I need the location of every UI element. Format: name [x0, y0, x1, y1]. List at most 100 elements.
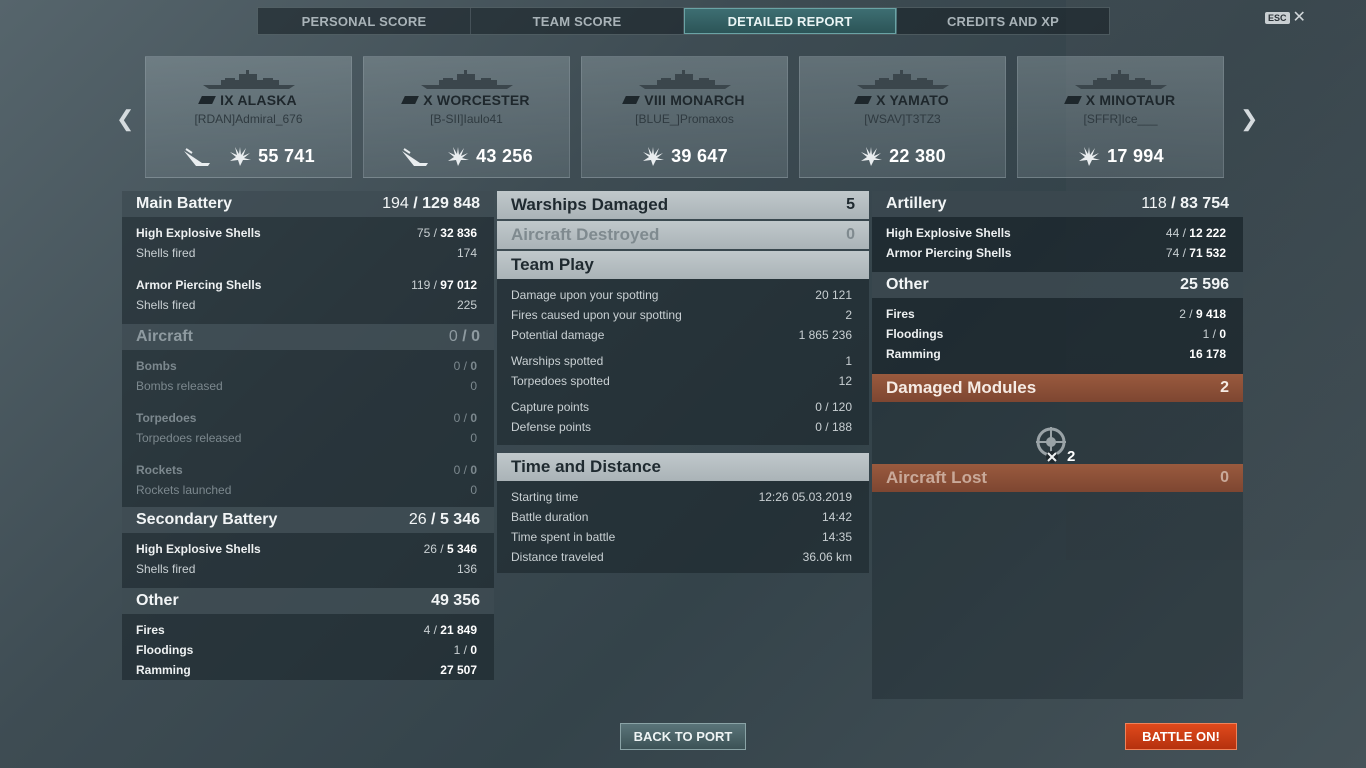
aircraft-title: Aircraft [136, 328, 193, 345]
ship-silhouette-icon [202, 70, 295, 89]
team-play-header: Team Play [497, 251, 869, 279]
right-other-section: Other 25 596 Fires 2 / 9 418 Floodings 1 /… [872, 272, 1243, 374]
stat-row: High Explosive Shells 44 / 12 222 [886, 226, 1226, 240]
stat-row: Shells fired 174 [136, 246, 477, 260]
ship-name: X WORCESTER [364, 92, 569, 108]
damaged-modules-value: 2 [1220, 379, 1229, 396]
ship-silhouette-icon [1074, 70, 1167, 89]
aircraft-destroyed-header: Aircraft Destroyed 0 [497, 221, 869, 249]
tab-detailed-report[interactable]: DETAILED REPORT [684, 8, 897, 34]
ship-class-icon [854, 96, 873, 104]
artillery-section: Artillery 118 / 83 754 High Explosive Sh… [872, 191, 1243, 272]
player-name: [RDAN]Admiral_676 [194, 112, 303, 126]
right-other-title: Other [886, 276, 929, 293]
ship-card[interactable]: IX ALASKA [RDAN]Admiral_676 55 741 [145, 56, 352, 178]
middle-column: Warships Damaged 5 Aircraft Destroyed 0 … [497, 191, 869, 573]
artillery-header: Artillery 118 / 83 754 [872, 191, 1243, 217]
ship-stats: 39 647 [582, 145, 787, 167]
ship-silhouette-icon [856, 70, 949, 89]
damage-icon [230, 147, 252, 166]
secondary-battery-title: Secondary Battery [136, 511, 278, 528]
secondary-battery-value: 26 / 5 346 [408, 511, 480, 528]
stat-row: Torpedoes spotted 12 [511, 374, 852, 388]
tab-team-score[interactable]: TEAM SCORE [471, 8, 684, 34]
warships-damaged-header: Warships Damaged 5 [497, 191, 869, 219]
right-other-header: Other 25 596 [872, 272, 1243, 298]
damage-value: 22 380 [889, 145, 946, 166]
damaged-modules-title: Damaged Modules [886, 378, 1037, 397]
close-icon: ✕ [1292, 9, 1306, 26]
player-name: [B-SII]Iaulo41 [430, 112, 503, 126]
stat-row: Potential damage 1 865 236 [511, 328, 852, 342]
ship-class-icon [622, 96, 641, 104]
damage-icon [643, 147, 665, 166]
stat-row: Ramming 27 507 [136, 663, 477, 677]
damage-icon [861, 147, 883, 166]
stat-row: Starting time 12:26 05.03.2019 [511, 490, 852, 504]
ship-stats: 55 741 [146, 145, 351, 167]
ship-stats: 22 380 [800, 145, 1005, 167]
tab-personal-score[interactable]: PERSONAL SCORE [258, 8, 471, 34]
stat-row: Fires 2 / 9 418 [886, 307, 1226, 321]
aircraft-header: Aircraft 0 / 0 [122, 324, 494, 350]
ship-name: VIII MONARCH [582, 92, 787, 108]
aircraft-lost-value: 0 [1220, 469, 1229, 486]
close-button[interactable]: ESC ✕ [1265, 9, 1306, 26]
left-other-title: Other [136, 592, 179, 609]
esc-key-label: ESC [1265, 12, 1290, 24]
ship-card[interactable]: VIII MONARCH [BLUE_]Promaxos 39 647 [581, 56, 788, 178]
next-arrow-icon[interactable]: ❯ [1240, 106, 1258, 132]
stat-row: Bombs 0 / 0 [136, 359, 477, 373]
damage-icon [1079, 147, 1101, 166]
module-count: 2 [1067, 448, 1076, 465]
main-battery-title: Main Battery [136, 195, 233, 212]
stat-row: Warships spotted 1 [511, 354, 852, 368]
ship-card[interactable]: X MINOTAUR [SFFR]Ice___ 17 994 [1017, 56, 1224, 178]
stat-row: Floodings 1 / 0 [136, 643, 477, 657]
stat-row: Rockets 0 / 0 [136, 463, 477, 477]
ship-card[interactable]: X WORCESTER [B-SII]Iaulo41 43 256 [363, 56, 570, 178]
artillery-title: Artillery [886, 195, 947, 212]
steering-gear-icon [1033, 424, 1069, 469]
secondary-battery-section: Secondary Battery 26 / 5 346 High Explos… [122, 507, 494, 588]
stat-row: Bombs released 0 [136, 379, 477, 393]
stat-row: Distance traveled 36.06 km [511, 550, 852, 564]
main-battery-section: Main Battery 194 / 129 848 High Explosiv… [122, 191, 494, 324]
right-other-value: 25 596 [1180, 276, 1229, 293]
stat-row: High Explosive Shells 75 / 32 836 [136, 226, 477, 240]
stat-row: Floodings 1 / 0 [886, 327, 1226, 341]
ship-silhouette-icon [420, 70, 513, 89]
stat-row: Time spent in battle 14:35 [511, 530, 852, 544]
tab-credits-and-xp[interactable]: CREDITS AND XP [897, 8, 1109, 34]
left-other-section: Other 49 356 Fires 4 / 21 849 Floodings 1 … [122, 588, 494, 680]
left-other-value: 49 356 [431, 592, 480, 609]
ship-card[interactable]: X YAMATO [WSAV]T3TZ3 22 380 [799, 56, 1006, 178]
damage-icon [448, 147, 470, 166]
aircraft-value: 0 / 0 [448, 328, 480, 345]
ship-name: X YAMATO [800, 92, 1005, 108]
prev-arrow-icon[interactable]: ❮ [116, 106, 134, 132]
stat-row: Torpedoes released 0 [136, 431, 477, 445]
main-battery-value: 194 / 129 848 [382, 195, 480, 212]
stat-row: Shells fired 225 [136, 298, 477, 312]
stat-row: Rockets launched 0 [136, 483, 477, 497]
time-distance-section: Time and Distance Starting time 12:26 05.… [497, 453, 869, 573]
team-play-title: Team Play [511, 255, 594, 274]
aircraft-destroyed-value: 0 [846, 226, 855, 243]
damage-value: 55 741 [258, 145, 315, 166]
stat-row: Armor Piercing Shells 119 / 97 012 [136, 278, 477, 292]
back-to-port-button[interactable]: BACK TO PORT [620, 723, 746, 750]
left-column: Main Battery 194 / 129 848 High Explosiv… [122, 191, 494, 699]
ship-class-icon [401, 96, 420, 104]
stat-row: Damage upon your spotting 20 121 [511, 288, 852, 302]
aircraft-section: Aircraft 0 / 0 Bombs 0 / 0 Bombs released… [122, 324, 494, 507]
player-name: [SFFR]Ice___ [1083, 112, 1158, 126]
left-other-header: Other 49 356 [122, 588, 494, 614]
time-distance-title: Time and Distance [511, 457, 661, 476]
stat-row: Shells fired 136 [136, 562, 477, 576]
stat-row: Defense points 0 / 188 [511, 420, 852, 434]
ship-name: IX ALASKA [146, 92, 351, 108]
battle-on-button[interactable]: BATTLE ON! [1125, 723, 1237, 750]
warships-damaged-title: Warships Damaged [511, 195, 669, 214]
aircraft-destroyed-title: Aircraft Destroyed [511, 225, 660, 244]
